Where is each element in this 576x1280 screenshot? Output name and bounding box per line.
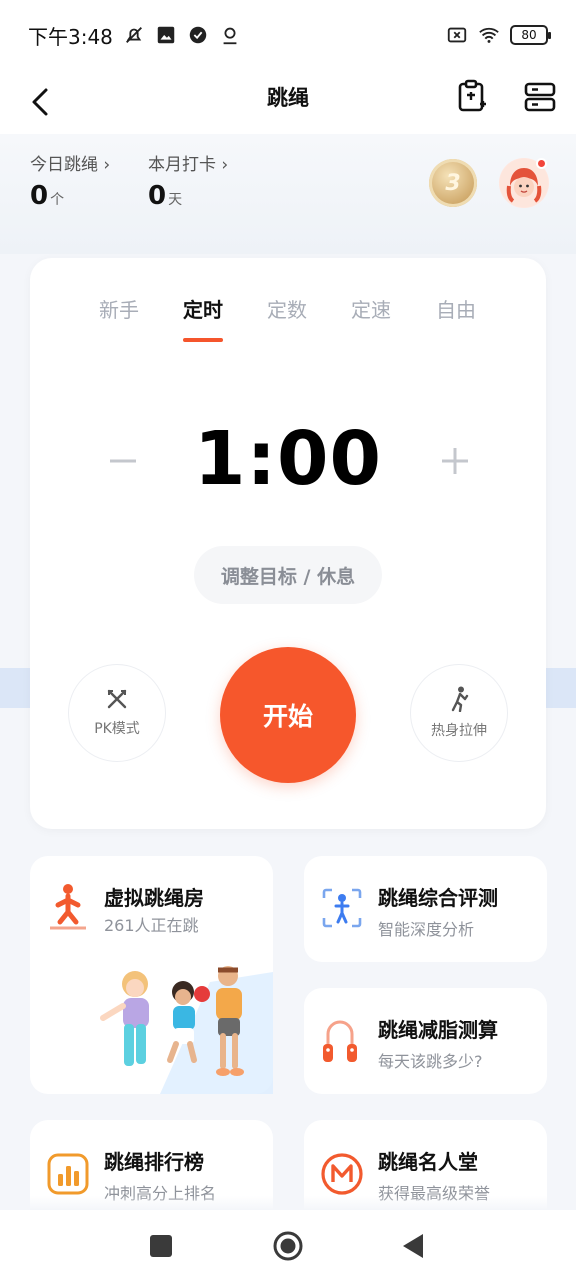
crossed-swords-icon [107, 689, 127, 709]
tab-count[interactable]: 定数 [267, 294, 307, 323]
warmup-label: 热身拉伸 [431, 723, 487, 739]
back-nav-icon[interactable] [398, 1230, 430, 1262]
tab-speed[interactable]: 定速 [351, 294, 391, 323]
header: 跳绳 [0, 70, 576, 134]
assessment-title: 跳绳综合评测 [378, 886, 498, 910]
pk-mode-button[interactable]: PK模式 [68, 664, 166, 762]
mute-icon [125, 27, 142, 43]
assessment-card[interactable]: 跳绳综合评测 智能深度分析 [304, 856, 547, 962]
month-checkin-stat[interactable]: 本月打卡 › 0天 [148, 150, 228, 211]
tab-timed[interactable]: 定时 [183, 294, 223, 323]
medal-badge-icon[interactable]: 3 [429, 159, 477, 207]
avatar[interactable] [499, 158, 549, 208]
battery-icon: 80 [510, 25, 551, 45]
assessment-subtitle: 智能深度分析 [378, 920, 475, 939]
pk-mode-label: PK模式 [94, 721, 140, 737]
month-checkin-value: 0 [148, 181, 167, 211]
warmup-button[interactable]: 热身拉伸 [410, 664, 508, 762]
image-icon [157, 26, 175, 44]
fat-loss-subtitle: 每天该跳多少? [378, 1052, 483, 1071]
ranking-title: 跳绳排行榜 [104, 1150, 204, 1174]
hall-of-fame-title: 跳绳名人堂 [378, 1150, 478, 1174]
increase-time-icon[interactable] [440, 446, 470, 476]
jumping-characters-illustration [100, 966, 273, 1094]
bar-chart-icon [47, 1153, 89, 1195]
jump-mode-card: 新手 定时 定数 定速 自由 1:00 调整目标 / 休息 PK模式 开始 热身… [30, 258, 546, 829]
start-button[interactable]: 开始 [220, 647, 356, 783]
mode-tabs: 新手 定时 定数 定速 自由 [30, 294, 546, 344]
virtual-room-subtitle: 261人正在跳 [104, 916, 199, 935]
medal-text: 3 [445, 170, 461, 196]
wifi-icon [479, 27, 499, 43]
notification-dot [536, 158, 547, 169]
page-title: 跳绳 [267, 86, 309, 110]
recent-apps-icon[interactable] [145, 1230, 177, 1262]
tab-free[interactable]: 自由 [436, 294, 476, 323]
check-circle-icon [189, 26, 207, 44]
system-nav-bar [0, 1210, 576, 1280]
body-scan-icon [322, 888, 362, 928]
month-checkin-unit: 天 [168, 192, 183, 208]
tab-beginner[interactable]: 新手 [99, 294, 139, 323]
scroll-fade [0, 1196, 576, 1210]
status-icons-left [123, 24, 241, 46]
server-icon[interactable] [524, 78, 556, 114]
jumping-person-icon [50, 884, 86, 930]
today-jump-stat[interactable]: 今日跳绳 › 0个 [30, 150, 110, 211]
month-checkin-label: 本月打卡 › [148, 155, 229, 175]
today-jump-label: 今日跳绳 › [30, 155, 111, 175]
virtual-room-title: 虚拟跳绳房 [104, 886, 204, 910]
sim-off-icon [447, 27, 467, 43]
virtual-room-card[interactable]: 虚拟跳绳房 261人正在跳 [30, 856, 273, 1094]
clipboard-icon[interactable] [456, 78, 488, 114]
fat-loss-card[interactable]: 跳绳减脂测算 每天该跳多少? [304, 988, 547, 1094]
status-time: 下午3:48 [28, 24, 113, 49]
fat-loss-title: 跳绳减脂测算 [378, 1018, 498, 1042]
status-bar: 下午3:48 80 [0, 0, 576, 70]
active-tab-indicator [183, 338, 223, 342]
status-icons-right: 80 [446, 24, 551, 46]
battery-level: 80 [521, 28, 537, 42]
stretching-person-icon [451, 686, 469, 712]
medal-m-icon [321, 1153, 363, 1195]
today-jump-unit: 个 [50, 192, 65, 208]
location-icon [223, 27, 237, 45]
home-icon[interactable] [272, 1230, 304, 1262]
adjust-target-button[interactable]: 调整目标 / 休息 [194, 546, 382, 604]
today-jump-value: 0 [30, 181, 49, 211]
jump-rope-icon [323, 1020, 357, 1062]
